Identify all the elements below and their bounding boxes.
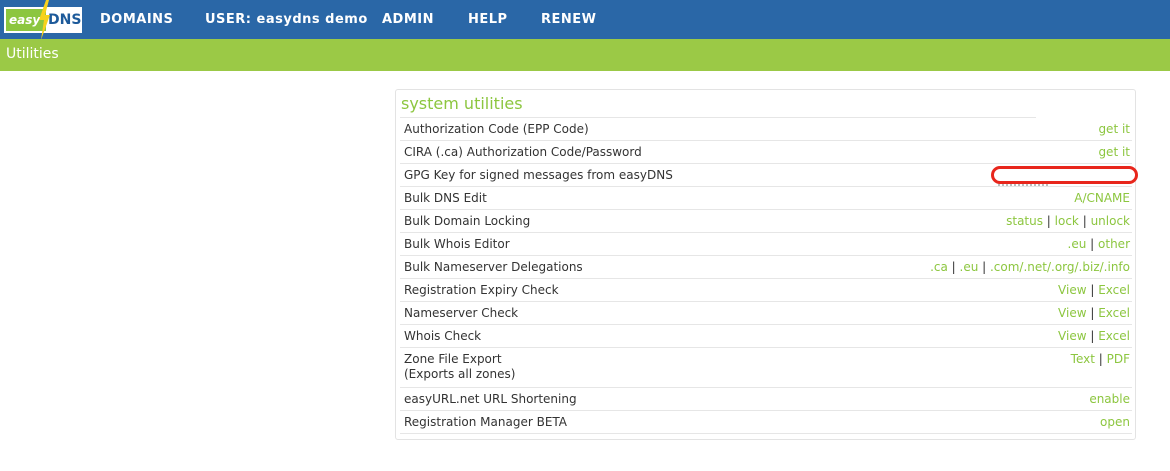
utility-action-link[interactable]: status xyxy=(1006,214,1043,228)
utility-label: Bulk Nameserver Delegations xyxy=(404,260,583,275)
section-header-bar: Utilities xyxy=(0,39,1170,71)
utility-action-link[interactable]: PDF xyxy=(1107,352,1130,366)
utility-label-text: GPG Key for signed messages from easyDNS xyxy=(404,168,673,182)
utility-label: Authorization Code (EPP Code) xyxy=(404,122,589,137)
utility-label-text: Bulk Domain Locking xyxy=(404,214,531,228)
utility-action-link[interactable]: unlock xyxy=(1091,214,1130,228)
lightning-bolt-icon xyxy=(39,0,50,40)
utility-action-link[interactable]: View xyxy=(1058,306,1086,320)
utility-label-text: Bulk Nameserver Delegations xyxy=(404,260,583,274)
utility-action-link[interactable]: get it xyxy=(1098,145,1130,159)
action-separator: | xyxy=(1094,352,1107,366)
utility-label-text: Nameserver Check xyxy=(404,306,519,320)
nav-help[interactable]: HELP xyxy=(468,0,508,39)
utility-label-text: Registration Expiry Check xyxy=(404,283,559,297)
utility-label-text: easyURL.net URL Shortening xyxy=(404,392,577,406)
logo-dns-text: DNS xyxy=(46,7,82,33)
utility-row: CIRA (.ca) Authorization Code/Password ge… xyxy=(400,141,1132,164)
action-separator: | xyxy=(1086,329,1099,343)
action-separator: | xyxy=(978,260,990,274)
utility-actions: .ca | .eu | .com/.net/.org/.biz/.info xyxy=(930,260,1130,275)
utility-row: Bulk DNS Edit A/CNAME xyxy=(400,187,1132,210)
utility-label-text: Bulk DNS Edit xyxy=(404,191,487,205)
gpg-key-highlight-box xyxy=(991,166,1138,184)
action-separator: | xyxy=(947,260,960,274)
utility-label: GPG Key for signed messages from easyDNS xyxy=(404,168,673,183)
utility-label: CIRA (.ca) Authorization Code/Password xyxy=(404,145,642,160)
utility-actions: .eu | other xyxy=(1068,237,1130,252)
utility-label-text: Authorization Code (EPP Code) xyxy=(404,122,589,136)
utility-action-link[interactable]: Excel xyxy=(1098,329,1130,343)
utility-row: Zone File Export (Exports all zones) Text … xyxy=(400,348,1132,388)
utility-row: Registration Manager BETA open xyxy=(400,411,1132,434)
utility-label-text: Bulk Whois Editor xyxy=(404,237,510,251)
page-title: Utilities xyxy=(6,46,59,62)
action-separator: | xyxy=(1086,237,1099,251)
utility-label-text: Zone File Export xyxy=(404,352,502,366)
utility-row: Bulk Whois Editor .eu | other xyxy=(400,233,1132,256)
utility-label: Whois Check xyxy=(404,329,481,344)
utility-row: easyURL.net URL Shortening enable xyxy=(400,388,1132,411)
utility-action-link[interactable]: Text xyxy=(1071,352,1095,366)
utility-label-text: CIRA (.ca) Authorization Code/Password xyxy=(404,145,642,159)
action-separator: | xyxy=(1042,214,1055,228)
utility-row: Registration Expiry Check View | Excel xyxy=(400,279,1132,302)
utility-row: Authorization Code (EPP Code) get it xyxy=(400,118,1132,141)
utility-action-link[interactable]: .eu xyxy=(1068,237,1087,251)
utility-action-link[interactable]: open xyxy=(1100,415,1130,429)
nav-domains[interactable]: DOMAINS xyxy=(100,0,173,39)
utility-actions: View | Excel xyxy=(1058,306,1130,321)
redacted-gpg-link xyxy=(998,184,1048,189)
action-separator: | xyxy=(1086,306,1099,320)
utility-label: easyURL.net URL Shortening xyxy=(404,392,577,407)
action-separator: | xyxy=(1086,283,1099,297)
utility-row: Bulk Domain Locking status | lock | unloc… xyxy=(400,210,1132,233)
nav-admin[interactable]: ADMIN xyxy=(382,0,434,39)
utility-label: Nameserver Check xyxy=(404,306,518,321)
utility-row: Bulk Nameserver Delegations .ca | .eu | .… xyxy=(400,256,1132,279)
utility-action-link[interactable]: A/CNAME xyxy=(1074,191,1130,205)
utility-action-link[interactable]: .com/.net/.org/.biz/.info xyxy=(990,260,1130,274)
utility-action-link[interactable]: other xyxy=(1098,237,1130,251)
utility-actions: View | Excel xyxy=(1058,329,1130,344)
utility-label: Bulk Whois Editor xyxy=(404,237,510,252)
utility-label: Bulk DNS Edit xyxy=(404,191,487,206)
top-nav-bar: easy DNS DOMAINS USER: easydns demo ADMI… xyxy=(0,0,1170,40)
utility-row: Whois Check View | Excel xyxy=(400,325,1132,348)
utility-action-link[interactable]: Excel xyxy=(1098,306,1130,320)
utility-sublabel: (Exports all zones) xyxy=(404,367,516,381)
utility-actions: status | lock | unlock xyxy=(1006,214,1130,229)
utility-label-text: Registration Manager BETA xyxy=(404,415,568,429)
utility-action-link[interactable]: .eu xyxy=(960,260,979,274)
utility-action-link[interactable]: Excel xyxy=(1098,283,1130,297)
utility-action-link[interactable]: View xyxy=(1058,329,1086,343)
utility-action-link[interactable]: get it xyxy=(1098,122,1130,136)
utility-actions: A/CNAME xyxy=(1074,191,1130,206)
easydns-logo[interactable]: easy DNS xyxy=(4,0,82,40)
utility-label: Registration Manager BETA xyxy=(404,415,567,430)
nav-user[interactable]: USER: easydns demo xyxy=(205,0,368,39)
utility-label: Registration Expiry Check xyxy=(404,283,559,298)
system-utilities-panel: system utilities Authorization Code (EPP… xyxy=(395,89,1136,440)
utility-label: Bulk Domain Locking xyxy=(404,214,530,229)
utility-actions: enable xyxy=(1089,392,1130,407)
panel-title: system utilities xyxy=(401,94,523,113)
utility-action-link[interactable]: View xyxy=(1058,283,1086,297)
utility-label: Zone File Export (Exports all zones) xyxy=(404,352,515,382)
utility-action-link[interactable]: lock xyxy=(1055,214,1079,228)
utility-action-link[interactable]: enable xyxy=(1089,392,1130,406)
utility-row: Nameserver Check View | Excel xyxy=(400,302,1132,325)
utility-actions: get it xyxy=(1098,122,1130,137)
action-separator: | xyxy=(1078,214,1091,228)
utility-actions: get it xyxy=(1098,145,1130,160)
nav-renew[interactable]: RENEW xyxy=(541,0,597,39)
utility-actions: Text | PDF xyxy=(1071,352,1130,367)
utility-actions: View | Excel xyxy=(1058,283,1130,298)
utility-actions: open xyxy=(1100,415,1130,430)
utility-label-text: Whois Check xyxy=(404,329,482,343)
utility-action-link[interactable]: .ca xyxy=(930,260,948,274)
